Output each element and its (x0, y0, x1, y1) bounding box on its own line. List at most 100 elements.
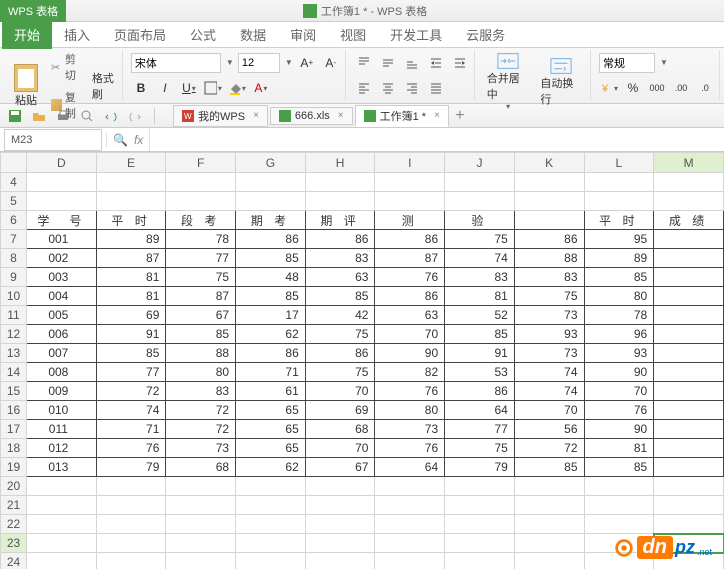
cell[interactable]: 75 (514, 287, 584, 306)
row-header[interactable]: 4 (1, 173, 27, 192)
row-header[interactable]: 19 (1, 458, 27, 477)
cell[interactable] (514, 553, 584, 569)
tab-review[interactable]: 审阅 (278, 20, 328, 49)
row-header[interactable]: 7 (1, 230, 27, 249)
cell[interactable] (166, 553, 236, 569)
paste-button[interactable]: 粘贴 (8, 62, 44, 110)
cell[interactable]: 91 (96, 325, 166, 344)
align-middle-button[interactable] (378, 53, 398, 73)
cell[interactable]: 61 (236, 382, 306, 401)
row-header[interactable]: 18 (1, 439, 27, 458)
cell[interactable] (584, 496, 654, 515)
cell[interactable]: 004 (27, 287, 97, 306)
cell[interactable]: 003 (27, 268, 97, 287)
cell[interactable] (654, 268, 724, 287)
cell[interactable] (236, 192, 306, 211)
cell[interactable]: 79 (445, 458, 515, 477)
row-header[interactable]: 21 (1, 496, 27, 515)
column-header[interactable]: E (96, 153, 166, 173)
cell[interactable] (27, 515, 97, 534)
cell[interactable]: 75 (166, 268, 236, 287)
cell[interactable]: 83 (305, 249, 375, 268)
indent-right-button[interactable] (450, 53, 470, 73)
cell[interactable]: 76 (96, 439, 166, 458)
cell[interactable]: 95 (584, 230, 654, 249)
cell[interactable]: 52 (445, 306, 515, 325)
indent-left-button[interactable] (426, 53, 446, 73)
cell[interactable] (654, 344, 724, 363)
cell[interactable]: 72 (96, 382, 166, 401)
cell[interactable] (166, 515, 236, 534)
align-top-button[interactable] (354, 53, 374, 73)
cell[interactable] (654, 401, 724, 420)
cell[interactable] (514, 192, 584, 211)
preview-button[interactable] (78, 107, 96, 125)
cell[interactable] (375, 192, 445, 211)
cell[interactable] (514, 211, 584, 230)
cell[interactable] (654, 287, 724, 306)
cell[interactable]: 平 时 (584, 211, 654, 230)
cell[interactable]: 86 (236, 344, 306, 363)
chevron-down-icon[interactable]: ▼ (285, 58, 293, 67)
cell[interactable]: 78 (584, 306, 654, 325)
formula-input[interactable] (149, 129, 724, 151)
cell[interactable]: 013 (27, 458, 97, 477)
cell[interactable]: 83 (445, 268, 515, 287)
cell[interactable]: 62 (236, 325, 306, 344)
cell[interactable] (654, 173, 724, 192)
cell[interactable]: 70 (305, 382, 375, 401)
cell[interactable] (584, 173, 654, 192)
cell[interactable]: 93 (514, 325, 584, 344)
align-left-button[interactable] (354, 78, 374, 98)
column-header[interactable]: I (375, 153, 445, 173)
cell[interactable]: 验 (445, 211, 515, 230)
cell[interactable]: 008 (27, 363, 97, 382)
cell[interactable] (654, 325, 724, 344)
cell[interactable] (27, 534, 97, 553)
align-center-button[interactable] (378, 78, 398, 98)
cell[interactable]: 测 (375, 211, 445, 230)
cell[interactable]: 68 (166, 458, 236, 477)
font-color-button[interactable]: A▾ (251, 78, 271, 98)
save-button[interactable] (6, 107, 24, 125)
cell[interactable] (654, 515, 724, 534)
cell[interactable]: 73 (514, 306, 584, 325)
cell[interactable]: 78 (166, 230, 236, 249)
cell[interactable]: 85 (236, 287, 306, 306)
cell[interactable] (96, 477, 166, 496)
cell[interactable]: 76 (375, 382, 445, 401)
cell[interactable] (654, 249, 724, 268)
tab-insert[interactable]: 插入 (52, 20, 102, 49)
cell[interactable] (27, 192, 97, 211)
cell[interactable] (445, 534, 515, 553)
row-header[interactable]: 15 (1, 382, 27, 401)
cell[interactable]: 74 (514, 363, 584, 382)
cell[interactable] (166, 173, 236, 192)
cell[interactable] (654, 192, 724, 211)
cell[interactable]: 65 (236, 420, 306, 439)
doc-tab-file1[interactable]: 666.xls× (270, 107, 353, 125)
column-header[interactable]: L (584, 153, 654, 173)
cell[interactable]: 83 (514, 268, 584, 287)
cell[interactable]: 90 (584, 420, 654, 439)
increase-font-button[interactable]: A+ (297, 53, 317, 73)
cell[interactable]: 42 (305, 306, 375, 325)
cell[interactable]: 85 (514, 458, 584, 477)
cell[interactable] (654, 382, 724, 401)
font-size-select[interactable] (238, 53, 280, 73)
cell[interactable]: 成 绩 (654, 211, 724, 230)
cell[interactable] (166, 496, 236, 515)
currency-button[interactable]: ¥▾ (599, 78, 619, 98)
cell[interactable] (584, 515, 654, 534)
row-header[interactable]: 22 (1, 515, 27, 534)
cell[interactable]: 010 (27, 401, 97, 420)
bold-button[interactable]: B (131, 78, 151, 98)
cell[interactable]: 87 (96, 249, 166, 268)
row-header[interactable]: 24 (1, 553, 27, 569)
cell[interactable]: 73 (514, 344, 584, 363)
cell[interactable]: 85 (96, 344, 166, 363)
cell[interactable]: 69 (305, 401, 375, 420)
print-button[interactable] (54, 107, 72, 125)
cell[interactable]: 67 (166, 306, 236, 325)
cell[interactable] (236, 496, 306, 515)
